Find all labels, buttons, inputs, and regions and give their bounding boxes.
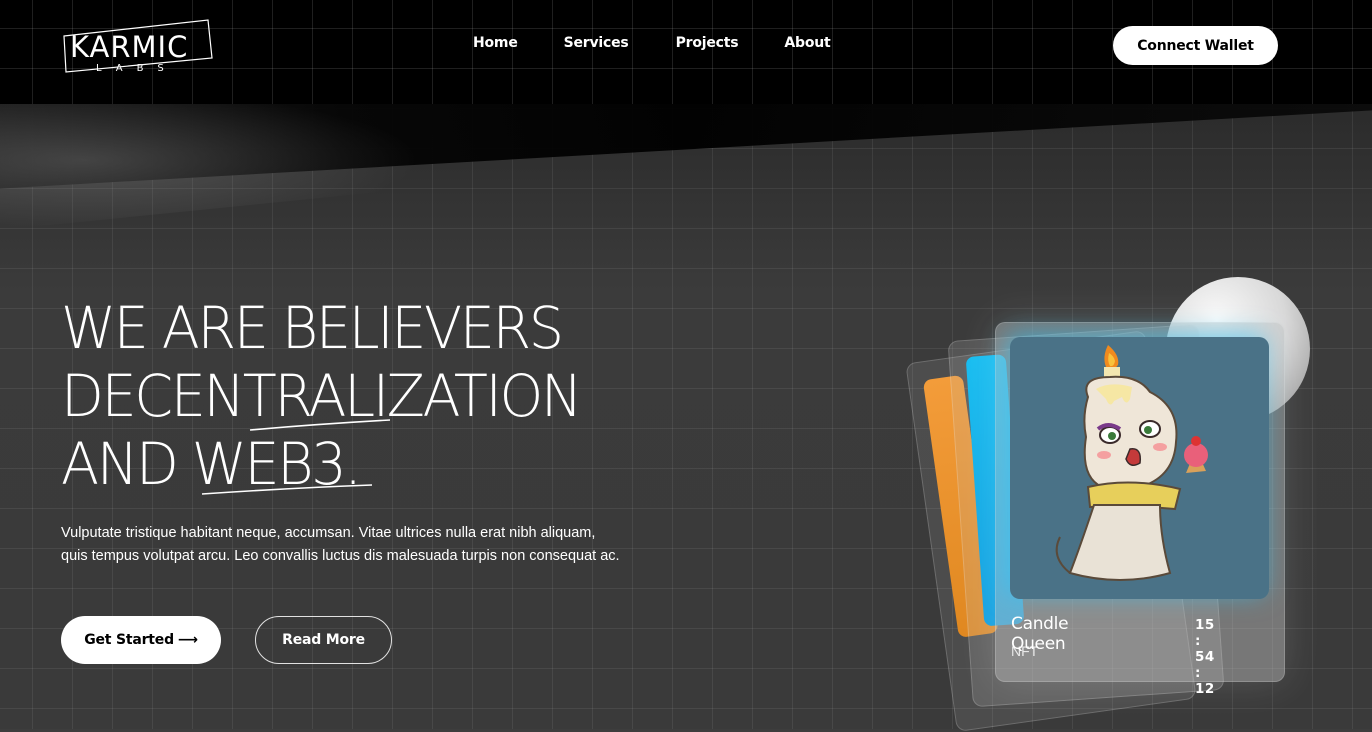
logo-sub-text: LABS	[96, 63, 178, 74]
title-underline-decoration	[249, 419, 391, 431]
nav-projects[interactable]: Projects	[676, 35, 739, 51]
read-more-button[interactable]: Read More	[255, 616, 392, 664]
logo-main-text: KARMIC	[70, 30, 188, 64]
top-navbar: KARMIC LABS Home Services Projects About…	[0, 0, 1372, 104]
hero-title-line-1: WE ARE BELIEVERS	[61, 294, 564, 362]
candle-queen-illustration-icon	[1010, 337, 1269, 599]
hero-title: WE ARE BELIEVERS DECENTRALIZATION AND WE…	[61, 294, 583, 498]
nft-type: NFT	[1011, 643, 1039, 659]
nft-countdown-timer: 15 : 54 : 12	[1195, 617, 1215, 697]
get-started-button[interactable]: Get Started ⟶	[61, 616, 221, 664]
nav-about[interactable]: About	[784, 35, 830, 51]
web3-underline-decoration	[201, 484, 373, 495]
arrow-right-icon: ⟶	[177, 632, 198, 648]
karmic-labs-logo[interactable]: KARMIC LABS	[58, 14, 218, 76]
get-started-label: Get Started	[84, 632, 174, 648]
hero-description: Vulputate tristique habitant neque, accu…	[61, 525, 620, 564]
main-nav: Home Services Projects About	[473, 35, 877, 51]
nav-services[interactable]: Services	[564, 35, 629, 51]
nav-home[interactable]: Home	[473, 35, 518, 51]
connect-wallet-button[interactable]: Connect Wallet	[1113, 26, 1278, 65]
